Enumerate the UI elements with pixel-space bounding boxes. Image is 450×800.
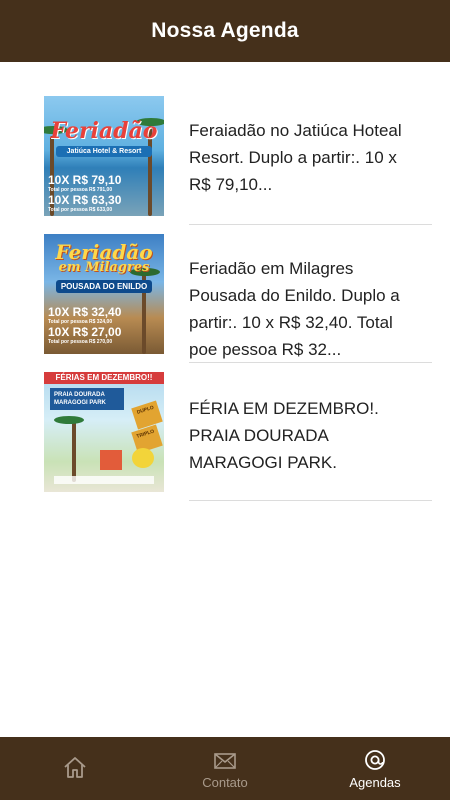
list-item[interactable]: Feriadão em Milagres POUSADA DO ENILDO 1… [0,200,450,363]
price-tag: DUPLO [131,400,163,430]
item-description[interactable]: Feraiadão no Jatiúca Hoteal Resort. Dupl… [189,117,421,198]
home-icon [64,757,86,778]
info-strip [54,476,154,484]
price-value: 10X R$ 79,10 [48,173,122,187]
hotel-logo [100,450,122,470]
page-title: Nossa Agenda [151,19,299,42]
price-value: 10X R$ 32,40 [48,305,122,319]
thumbnail-image: Feriadão Jatiúca Hotel & Resort 10X R$ 7… [44,96,164,216]
item-thumbnail[interactable]: Feriadão em Milagres POUSADA DO ENILDO 1… [44,234,164,354]
top-bar: Nossa Agenda [0,0,450,62]
thumbnail-title: Feriadão [50,118,158,144]
item-thumbnail[interactable]: FÉRIAS EM DEZEMBRO!! PRAIA DOURADA MARAG… [44,372,164,492]
thumbnail-subtitle: POUSADA DO ENILDO [56,280,152,293]
app-screen: Nossa Agenda Feriadão Jatiúca Hotel & Re… [0,0,450,800]
item-thumbnail[interactable]: Feriadão Jatiúca Hotel & Resort 10X R$ 7… [44,96,164,216]
thumbnail-banner: FÉRIAS EM DEZEMBRO!! [44,372,164,384]
thumbnail-title-line2: em Milagres [58,260,150,275]
list-item[interactable]: Feriadão Jatiúca Hotel & Resort 10X R$ 7… [0,62,450,225]
tab-contato[interactable]: Contato [150,737,300,800]
thumbnail-image: Feriadão em Milagres POUSADA DO ENILDO 1… [44,234,164,354]
thumbnail-subtitle: Jatiúca Hotel & Resort [56,146,152,157]
tab-home[interactable] [0,737,150,800]
at-icon [365,749,385,770]
agency-logo [132,448,154,468]
item-description[interactable]: FÉRIA EM DEZEMBRO!. PRAIA DOURADA MARAGO… [189,395,421,476]
thumbnail-title: PRAIA DOURADA MARAGOGI PARK [50,388,124,410]
tab-label: Contato [202,774,248,790]
divider [189,500,432,501]
leaf-decoration [54,416,84,424]
envelope-icon [214,752,236,769]
agenda-list: Feriadão Jatiúca Hotel & Resort 10X R$ 7… [0,62,450,501]
tab-agendas[interactable]: Agendas [300,737,450,800]
price-value: 10X R$ 27,00 [48,325,122,339]
thumbnail-image: FÉRIAS EM DEZEMBRO!! PRAIA DOURADA MARAG… [44,372,164,492]
tab-label: Agendas [349,774,401,790]
bottom-tab-bar: Contato Agendas [0,737,450,800]
palm-decoration [72,420,76,482]
list-item[interactable]: FÉRIAS EM DEZEMBRO!! PRAIA DOURADA MARAG… [0,338,450,501]
price-block: 10X R$ 32,40 Total por pessoa R$ 324,00 [48,305,122,326]
price-block: 10X R$ 79,10 Total por pessoa R$ 791,00 [48,173,122,194]
